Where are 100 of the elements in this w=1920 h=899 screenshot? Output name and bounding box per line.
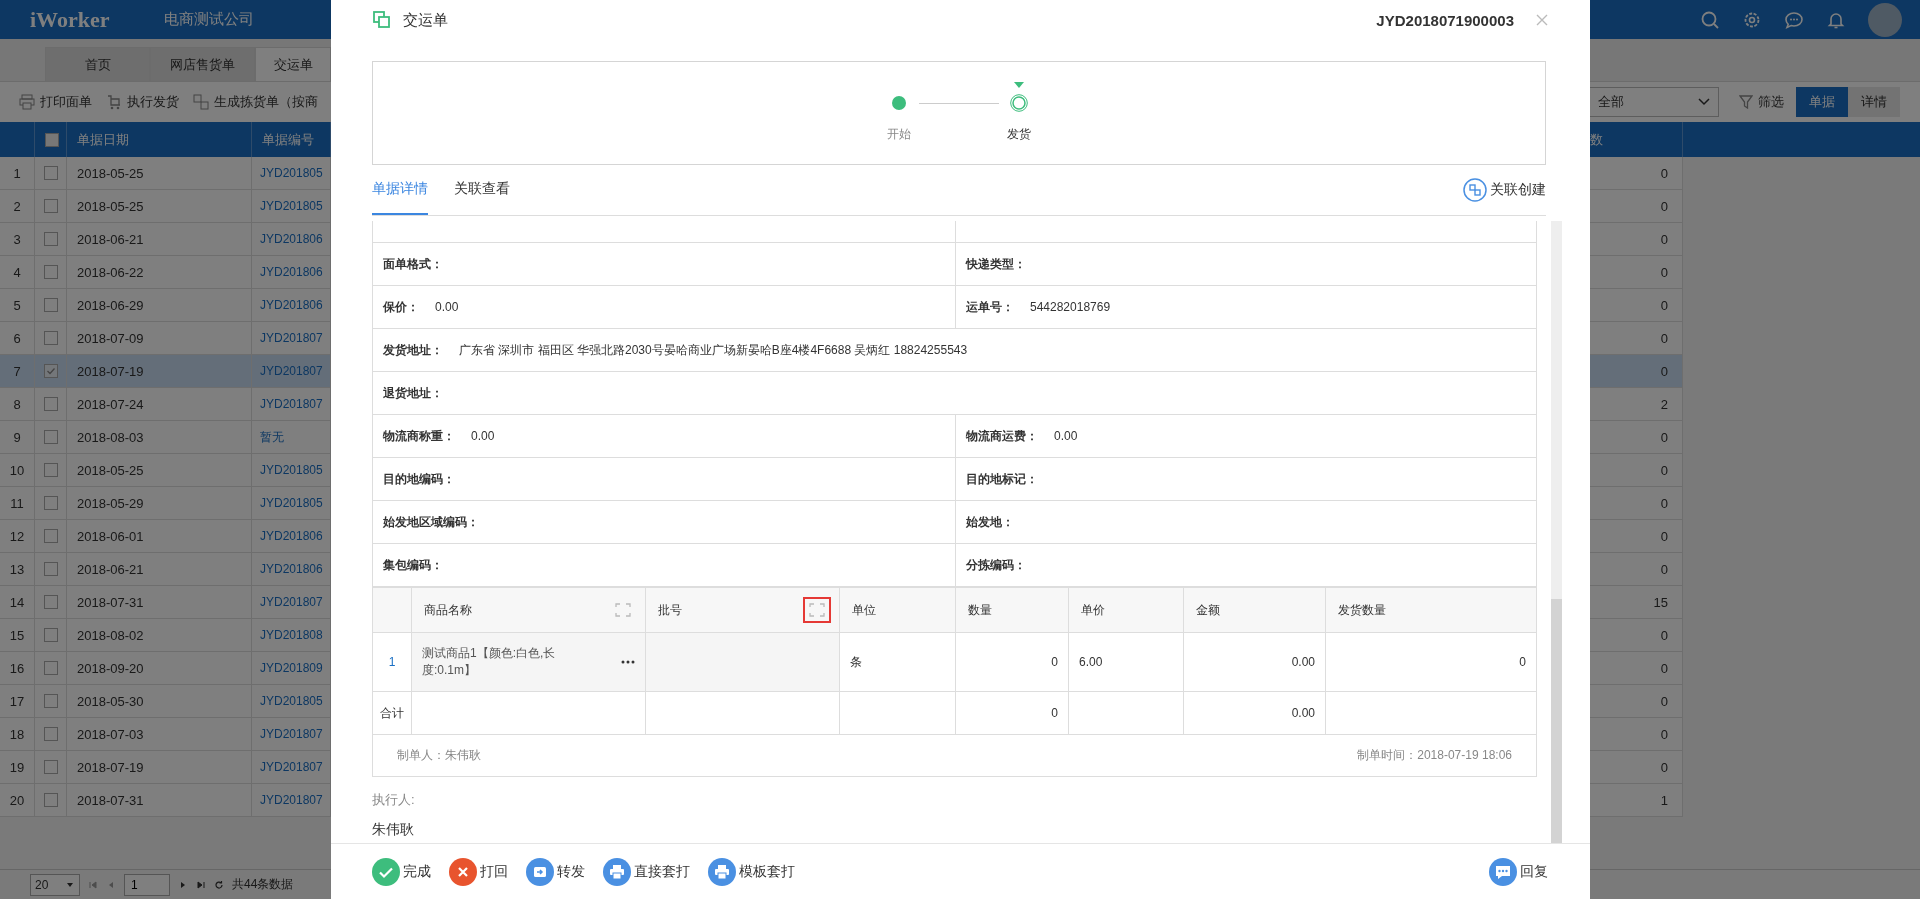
row-checkbox[interactable] xyxy=(43,793,58,807)
table-cell: 0 xyxy=(1590,223,1683,256)
row-checkbox[interactable] xyxy=(43,760,58,774)
filter-button[interactable]: 筛选 xyxy=(1739,93,1784,111)
action-button[interactable]: 转发 xyxy=(526,857,585,886)
page-tab[interactable]: 交运单 xyxy=(255,47,331,81)
row-checkbox[interactable] xyxy=(43,430,58,444)
reply-button[interactable]: 回复 xyxy=(1489,857,1548,886)
record-link[interactable]: JYD201809 xyxy=(260,661,323,675)
select-all-checkbox[interactable] xyxy=(45,132,59,147)
row-checkbox[interactable] xyxy=(43,694,58,708)
table-cell: 15 xyxy=(1590,586,1683,619)
action-button[interactable]: 直接套打 xyxy=(603,857,690,886)
last-page-icon[interactable] xyxy=(196,879,206,890)
record-link[interactable]: JYD201807 xyxy=(260,793,323,807)
action-button[interactable]: 打回 xyxy=(449,857,508,886)
table-cell: 2018-07-31 xyxy=(67,784,252,817)
row-checkbox[interactable] xyxy=(43,166,58,180)
close-icon[interactable] xyxy=(1536,14,1548,26)
table-cell: 0.00 xyxy=(1184,692,1326,735)
chat-icon[interactable] xyxy=(1784,9,1804,30)
column-header: 单据编号 xyxy=(252,122,331,157)
record-link[interactable]: JYD201805 xyxy=(260,166,323,180)
row-checkbox[interactable] xyxy=(43,397,58,411)
field-value: 0.00 xyxy=(471,429,495,443)
row-checkbox[interactable] xyxy=(43,265,58,279)
record-link[interactable]: JYD201806 xyxy=(260,529,323,543)
record-link[interactable]: JYD201808 xyxy=(260,628,323,642)
record-link[interactable]: 暂无 xyxy=(260,428,284,446)
column-header: 数量 xyxy=(968,602,992,617)
row-number: 18 xyxy=(0,718,35,751)
record-link[interactable]: JYD201807 xyxy=(260,760,323,774)
row-number: 14 xyxy=(0,586,35,619)
row-checkbox[interactable] xyxy=(43,364,58,378)
more-icon[interactable] xyxy=(621,660,635,664)
row-number: 10 xyxy=(0,454,35,487)
table-cell: 2018-08-03 xyxy=(67,421,252,454)
page-size-select[interactable]: 20 xyxy=(30,873,80,896)
record-link[interactable]: JYD201805 xyxy=(260,694,323,708)
step-label: 发货 xyxy=(1007,126,1031,143)
detail-tab[interactable]: 关联查看 xyxy=(454,165,510,215)
document-number: JYD2018071900003 xyxy=(1376,11,1514,29)
record-link[interactable]: JYD201806 xyxy=(260,298,323,312)
link-create-button[interactable]: 关联创建 xyxy=(1463,165,1546,215)
toolbar-button[interactable]: 执行发货 xyxy=(106,93,179,111)
record-link[interactable]: JYD201806 xyxy=(260,562,323,576)
record-link[interactable]: JYD201806 xyxy=(260,232,323,246)
field-label: 面单格式： xyxy=(383,255,443,273)
field-label: 物流商称重： xyxy=(383,427,455,445)
row-checkbox[interactable] xyxy=(43,628,58,642)
total-label: 合计 xyxy=(373,692,412,735)
row-checkbox[interactable] xyxy=(43,529,58,543)
row-checkbox[interactable] xyxy=(43,496,58,510)
table-cell: 0 xyxy=(1590,520,1683,553)
status-select[interactable]: 全部 xyxy=(1587,87,1719,117)
row-number: 12 xyxy=(0,520,35,553)
record-link[interactable]: JYD201805 xyxy=(260,199,323,213)
record-link[interactable]: JYD201807 xyxy=(260,595,323,609)
view-toggle[interactable]: 单据 xyxy=(1796,87,1848,117)
search-icon[interactable] xyxy=(1700,9,1720,30)
record-link[interactable]: JYD201807 xyxy=(260,397,323,411)
field-label: 快递类型： xyxy=(966,255,1026,273)
row-checkbox[interactable] xyxy=(43,661,58,675)
first-page-icon[interactable] xyxy=(88,879,98,890)
link-icon xyxy=(1463,178,1487,202)
filter-icon xyxy=(1739,95,1753,109)
action-button[interactable]: 完成 xyxy=(372,857,431,886)
action-button[interactable]: 模板套打 xyxy=(708,857,795,886)
toolbar-button[interactable]: 打印面单 xyxy=(19,93,92,111)
table-cell: 0 xyxy=(1590,190,1683,223)
record-link[interactable]: JYD201805 xyxy=(260,463,323,477)
row-checkbox[interactable] xyxy=(43,727,58,741)
table-cell: 0 xyxy=(1590,421,1683,454)
record-link[interactable]: JYD201806 xyxy=(260,265,323,279)
row-checkbox[interactable] xyxy=(43,562,58,576)
refresh-icon[interactable] xyxy=(214,879,224,890)
row-checkbox[interactable] xyxy=(43,232,58,246)
user-avatar[interactable] xyxy=(1868,2,1902,37)
row-checkbox[interactable] xyxy=(43,298,58,312)
row-checkbox[interactable] xyxy=(43,199,58,213)
page-tab[interactable]: 首页 xyxy=(45,47,150,81)
page-tab[interactable]: 网店售货单 xyxy=(150,47,255,81)
field-value: 0.00 xyxy=(435,300,459,314)
creator-text: 制单人：朱伟耿 xyxy=(397,747,481,764)
scrollbar[interactable] xyxy=(1551,221,1562,843)
toolbar-button[interactable]: 生成拣货单（按商 xyxy=(193,93,318,111)
row-checkbox[interactable] xyxy=(43,463,58,477)
row-number: 20 xyxy=(0,784,35,817)
record-link[interactable]: JYD201807 xyxy=(260,331,323,345)
expand-icon[interactable] xyxy=(803,597,831,623)
detail-tab[interactable]: 单据详情 xyxy=(372,165,428,215)
view-toggle[interactable]: 详情 xyxy=(1848,87,1900,117)
page-input[interactable]: 1 xyxy=(124,873,170,896)
field-label: 物流商运费： xyxy=(966,427,1038,445)
column-header: 发货数量 xyxy=(1338,602,1386,617)
row-checkbox[interactable] xyxy=(43,595,58,609)
record-link[interactable]: JYD201807 xyxy=(260,727,323,741)
record-link[interactable]: JYD201805 xyxy=(260,496,323,510)
record-link[interactable]: JYD201807 xyxy=(260,364,323,378)
row-checkbox[interactable] xyxy=(43,331,58,345)
